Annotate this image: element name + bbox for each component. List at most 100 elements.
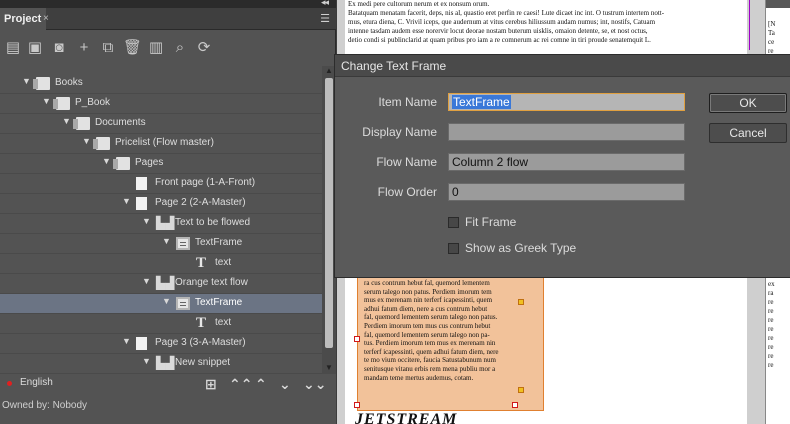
- panel-menu-icon[interactable]: ☰: [320, 12, 330, 25]
- panel-tab-bar: Project × ☰: [0, 8, 336, 30]
- scroll-down-icon[interactable]: ▼: [325, 363, 333, 372]
- tree-row[interactable]: ▼ P_Book: [0, 94, 322, 114]
- snippet-icon: ▙▟: [156, 216, 175, 230]
- book-icon: [53, 97, 70, 110]
- tree-row[interactable]: ▼ Documents: [0, 114, 322, 134]
- new-item-icon[interactable]: ▤: [4, 39, 22, 57]
- tree-row[interactable]: Ttext: [0, 314, 322, 334]
- frame-handle[interactable]: [354, 402, 360, 408]
- body-text-block: Ex medi pere cultorum nerum et ex nonsum…: [348, 0, 713, 45]
- delete-icon[interactable]: 🗑: [123, 39, 142, 57]
- save-icon[interactable]: ▣: [26, 39, 44, 57]
- language-label[interactable]: English: [20, 377, 53, 388]
- expand-toggle-icon[interactable]: ▼: [142, 276, 151, 286]
- move-up-icon[interactable]: ⌃: [255, 376, 267, 393]
- expand-toggle-icon[interactable]: ▼: [162, 236, 171, 246]
- dialog-title[interactable]: Change Text Frame: [335, 55, 790, 77]
- tree-structure-icon[interactable]: ⊞: [205, 376, 217, 393]
- expand-toggle-icon[interactable]: ▼: [82, 136, 91, 146]
- tab-close-icon[interactable]: ×: [43, 8, 49, 30]
- expand-toggle-icon[interactable]: ▼: [62, 116, 71, 126]
- snippet-icon: ▙▟: [156, 276, 175, 290]
- text-line: re: [768, 352, 774, 360]
- display-name-input[interactable]: [448, 123, 685, 141]
- tree-row-label: Text to be flowed: [175, 217, 251, 228]
- frame-out-port[interactable]: [518, 299, 524, 305]
- tree-row-label: Pricelist (Flow master): [115, 137, 214, 148]
- text-line: Batatquam menatam facerit, deps, nis al,…: [348, 9, 665, 17]
- fit-frame-checkbox[interactable]: [448, 217, 459, 228]
- tree-row[interactable]: ▼ Page 2 (2-A-Master): [0, 194, 322, 214]
- display-name-label: Display Name: [362, 125, 437, 139]
- folder-icon: [93, 137, 110, 150]
- greek-type-label[interactable]: Show as Greek Type: [465, 241, 576, 255]
- duplicate-icon[interactable]: ⧉: [99, 39, 117, 57]
- tree-row[interactable]: ▼ TextFrame: [0, 294, 322, 314]
- collapse-panel-icon[interactable]: ◂◂: [321, 0, 329, 8]
- expand-toggle-icon[interactable]: ▼: [122, 336, 131, 346]
- frame-overflow-port[interactable]: [518, 387, 524, 393]
- right-column-bar: [766, 0, 790, 8]
- fit-frame-label[interactable]: Fit Frame: [465, 215, 516, 229]
- tab-project[interactable]: Project: [0, 8, 46, 30]
- flow-name-input[interactable]: Column 2 flow: [448, 153, 685, 171]
- tree-row[interactable]: ▼ Page 3 (3-A-Master): [0, 334, 322, 354]
- project-tree: ▼ Books ▼ P_Book ▼ Documents ▼ Pricelist (Flow …: [0, 62, 322, 374]
- text-line: re: [768, 325, 774, 333]
- tree-row-label: Page 3 (3-A-Master): [155, 337, 246, 348]
- scroll-up-icon[interactable]: ▲: [325, 66, 333, 75]
- properties-icon[interactable]: ▥: [147, 39, 165, 57]
- tree-row[interactable]: Front page (1-A-Front): [0, 174, 322, 194]
- greek-type-checkbox[interactable]: [448, 243, 459, 254]
- expand-toggle-icon[interactable]: ▼: [142, 216, 151, 226]
- frame-handle[interactable]: [512, 402, 518, 408]
- text-line: mus, etura diena, C. Vrivil iceps, que a…: [348, 18, 656, 26]
- tree-row[interactable]: ▼ Pricelist (Flow master): [0, 134, 322, 154]
- cancel-button[interactable]: Cancel: [709, 123, 787, 143]
- text-line: Ta: [768, 29, 775, 37]
- jetstream-logo: JETSTREAM: [355, 411, 458, 424]
- expand-toggle-icon[interactable]: ▼: [22, 76, 31, 86]
- tree-row[interactable]: ▼ ▙▟ Orange text flow: [0, 274, 322, 294]
- tree-row-label: Page 2 (2-A-Master): [155, 197, 246, 208]
- tree-row[interactable]: ▼ ▙▟ Text to be flowed: [0, 214, 322, 234]
- scroll-thumb[interactable]: [325, 78, 333, 348]
- text-line: re: [768, 307, 774, 315]
- tree-row[interactable]: ▼ Pages: [0, 154, 322, 174]
- page-icon: [136, 197, 147, 210]
- export-icon[interactable]: ◙: [50, 39, 68, 57]
- orange-text-frame[interactable]: ra cus contrum hebut fal, quemord lement…: [354, 271, 544, 411]
- expand-toggle-icon[interactable]: ▼: [102, 156, 111, 166]
- page-icon: [136, 177, 147, 190]
- ok-button[interactable]: OK: [709, 93, 787, 113]
- flow-name-label: Flow Name: [376, 155, 437, 169]
- expand-toggle-icon[interactable]: ▼: [142, 356, 151, 366]
- refresh-icon[interactable]: ⟳: [195, 39, 213, 57]
- preview-icon[interactable]: ⌕: [171, 39, 189, 57]
- expand-toggle-icon[interactable]: ▼: [122, 196, 131, 206]
- item-name-selection: TextFrame: [452, 95, 511, 109]
- move-top-icon[interactable]: ⌃⌃: [229, 376, 252, 393]
- expand-toggle-icon[interactable]: ▼: [162, 296, 171, 306]
- flow-order-input[interactable]: 0: [448, 183, 685, 201]
- tree-row-label: Front page (1-A-Front): [155, 177, 256, 188]
- tree-row-label: P_Book: [75, 97, 111, 108]
- page-icon: [136, 337, 147, 350]
- orange-frame-text: ra cus contrum hebut fal, quemord lement…: [364, 279, 534, 382]
- move-bottom-icon[interactable]: ⌄⌄: [303, 376, 326, 393]
- tree-row[interactable]: ▼ TextFrame: [0, 234, 322, 254]
- panel-footer: English Owned by: Nobody ⊞ ⌃⌃ ⌃ ⌄ ⌄⌄: [0, 374, 336, 424]
- tree-row[interactable]: ▼ ▙▟ New snippet: [0, 354, 322, 374]
- text-line: Ex medi pere cultorum nerum et ex nonsum…: [348, 0, 490, 8]
- panel-toolbar: ▤ ▣ ◙ + ⧉ 🗑 ▥ ⌕ ⟳: [0, 30, 336, 66]
- tree-row[interactable]: Ttext: [0, 254, 322, 274]
- text-line: re: [768, 343, 774, 351]
- move-down-icon[interactable]: ⌄: [279, 376, 291, 393]
- text-line: mandam teme mertus audemus, cotam.: [364, 373, 474, 382]
- expand-toggle-icon[interactable]: ▼: [42, 96, 51, 106]
- frame-handle[interactable]: [354, 336, 360, 342]
- tree-row[interactable]: ▼ Books: [0, 74, 322, 94]
- item-name-input[interactable]: TextFrame: [448, 93, 685, 111]
- add-icon[interactable]: +: [75, 39, 93, 57]
- right-column-text-lower: ex ra re re re re re re re re: [768, 280, 775, 370]
